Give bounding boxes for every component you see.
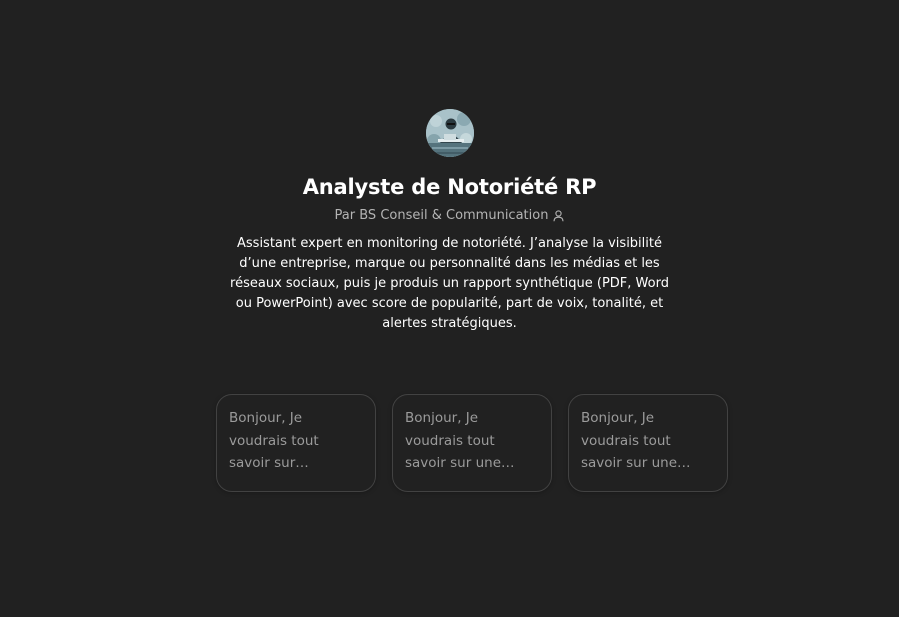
person-icon <box>553 210 565 222</box>
conversation-starter-button[interactable]: Bonjour, Je voudrais tout savoir sur une… <box>392 394 552 492</box>
gpt-byline: Par BS Conseil & Communication <box>335 207 565 225</box>
conversation-starters: Bonjour, Je voudrais tout savoir sur que… <box>216 394 728 492</box>
starter-text: Bonjour, Je voudrais tout savoir sur une… <box>581 410 677 471</box>
gpt-header: Analyste de Notoriété RP Par BS Conseil … <box>0 109 899 334</box>
byline-text: Par BS Conseil & Communication <box>334 208 549 223</box>
starter-text: Bonjour, Je voudrais tout savoir sur que… <box>229 410 319 471</box>
gpt-avatar-analyst-image <box>425 109 474 157</box>
gpt-intro-page: Analyste de Notoriété RP Par BS Conseil … <box>0 0 899 617</box>
starter-text: Bonjour, Je voudrais tout savoir sur une… <box>405 410 501 471</box>
conversation-starter-button[interactable]: Bonjour, Je voudrais tout savoir sur une… <box>568 394 728 492</box>
conversation-starter-button[interactable]: Bonjour, Je voudrais tout savoir sur que… <box>216 394 376 492</box>
gpt-description: Assistant expert en monitoring de notori… <box>230 236 669 331</box>
gpt-avatar <box>425 109 474 157</box>
gpt-title: Analyste de Notoriété RP <box>302 175 597 199</box>
